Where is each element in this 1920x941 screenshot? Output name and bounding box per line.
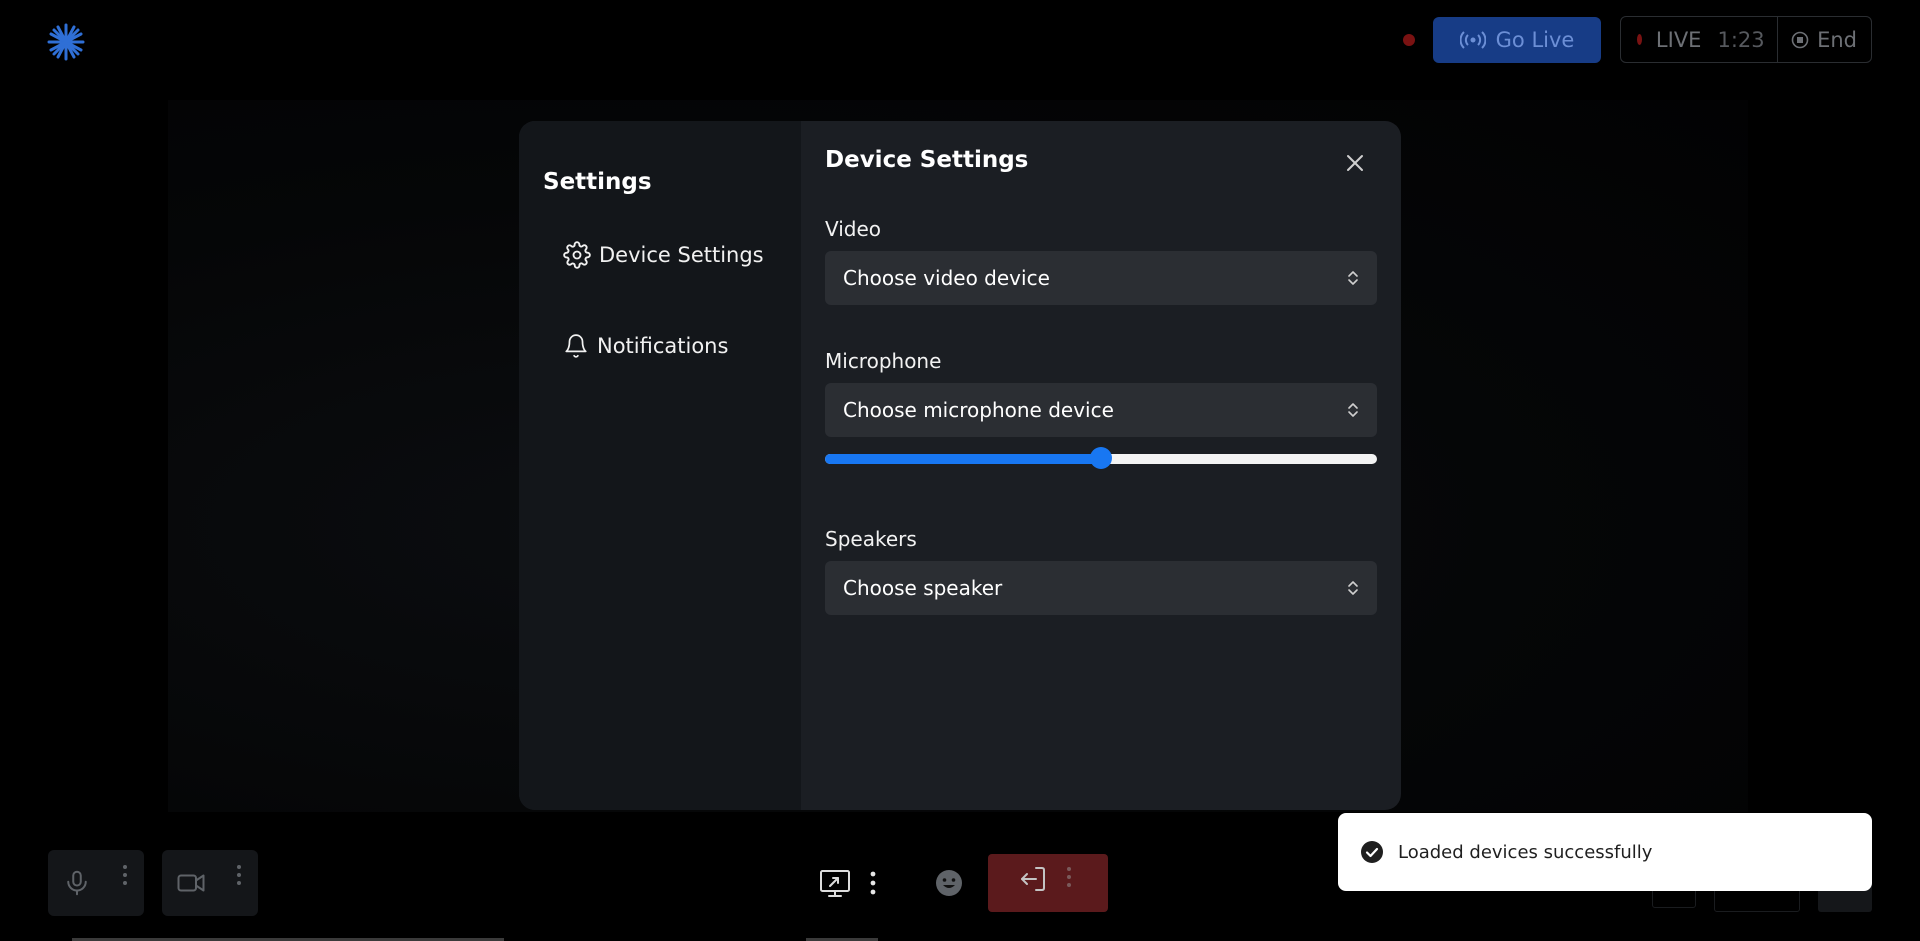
video-label: Video — [825, 217, 882, 241]
go-live-button[interactable]: Go Live — [1433, 17, 1601, 63]
live-label: LIVE — [1655, 27, 1702, 52]
video-camera-icon[interactable] — [176, 868, 206, 898]
go-live-label: Go Live — [1495, 28, 1575, 52]
camera-control — [162, 850, 258, 916]
section-title: Device Settings — [825, 147, 1029, 173]
microphone-device-value: Choose microphone device — [843, 398, 1114, 422]
recording-indicator — [1403, 34, 1415, 46]
microphone-device-select[interactable]: Choose microphone device — [825, 383, 1377, 437]
speaker-device-value: Choose speaker — [843, 576, 1003, 600]
settings-sidebar: Settings Device Settings Notifications — [519, 121, 801, 810]
microphone-icon[interactable] — [62, 868, 92, 898]
video-device-select[interactable]: Choose video device — [825, 251, 1377, 305]
live-timer: 1:23 — [1717, 27, 1765, 52]
leave-call-button[interactable] — [988, 854, 1108, 912]
end-button[interactable]: End — [1777, 17, 1871, 62]
nav-device-settings[interactable]: Device Settings — [563, 241, 777, 269]
slider-fill — [825, 454, 1101, 464]
settings-modal: Settings Device Settings Notifications D… — [519, 121, 1401, 810]
chevron-up-down-icon — [1348, 403, 1358, 417]
microphone-control — [48, 850, 144, 916]
chevron-up-down-icon — [1348, 581, 1358, 595]
video-device-value: Choose video device — [843, 266, 1050, 290]
speakers-label: Speakers — [825, 527, 917, 551]
toast-message: Loaded devices successfully — [1398, 841, 1653, 863]
nav-label: Notifications — [597, 334, 729, 358]
logo-icon — [47, 23, 85, 61]
speaker-device-select[interactable]: Choose speaker — [825, 561, 1377, 615]
leave-options-icon[interactable] — [1064, 866, 1074, 888]
camera-options-icon[interactable] — [234, 864, 244, 886]
microphone-options-icon[interactable] — [120, 864, 130, 886]
microphone-label: Microphone — [825, 349, 942, 373]
microphone-volume-slider[interactable] — [825, 447, 1377, 469]
broadcast-icon — [1459, 31, 1486, 49]
live-status: LIVE 1:23 End — [1620, 16, 1872, 63]
gear-icon — [563, 241, 591, 269]
nav-notifications[interactable]: Notifications — [563, 333, 777, 359]
toast-notification: Loaded devices successfully — [1338, 813, 1872, 891]
nav-label: Device Settings — [599, 243, 764, 267]
settings-content: Device Settings Video Choose video devic… — [801, 121, 1401, 810]
bell-icon — [565, 334, 587, 358]
emoji-reaction-icon[interactable] — [934, 868, 964, 898]
close-icon[interactable] — [1343, 151, 1367, 175]
check-circle-icon — [1361, 841, 1383, 863]
slider-thumb[interactable] — [1090, 447, 1112, 469]
chevron-up-down-icon — [1348, 271, 1358, 285]
live-dot — [1637, 34, 1642, 45]
end-label: End — [1817, 27, 1857, 52]
stop-circle-icon — [1791, 31, 1809, 48]
settings-title: Settings — [543, 169, 652, 195]
screen-share-icon[interactable] — [818, 866, 852, 900]
screen-share-options-icon[interactable] — [868, 870, 878, 896]
leave-icon — [1021, 867, 1045, 891]
